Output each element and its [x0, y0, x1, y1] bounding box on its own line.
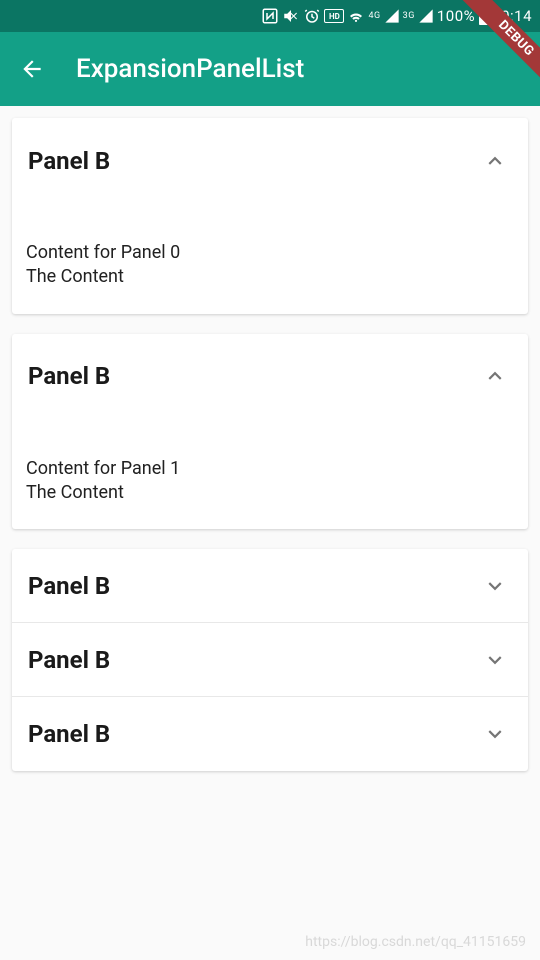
panel-title: Panel B — [28, 147, 110, 175]
panel-title: Panel B — [28, 362, 110, 390]
chevron-up-icon[interactable] — [482, 148, 508, 174]
alarm-icon — [303, 7, 321, 25]
panel-title: Panel B — [28, 646, 110, 674]
signal-icon-1 — [384, 8, 400, 24]
status-bar: HD 4G 3G 100% 00:14 — [0, 0, 540, 32]
mute-icon — [282, 7, 300, 25]
signal-icon-2 — [418, 8, 434, 24]
back-arrow-icon — [19, 56, 45, 82]
battery-percent: 100% — [437, 7, 475, 25]
panel-content: Content for Panel 1 The Content — [12, 419, 528, 530]
hd-icon: HD — [324, 9, 344, 23]
chevron-down-icon[interactable] — [482, 721, 508, 747]
expansion-panel-1: Panel B Content for Panel 1 The Content — [12, 334, 528, 530]
chevron-down-icon[interactable] — [482, 573, 508, 599]
wifi-icon — [347, 7, 365, 25]
panel-header[interactable]: Panel B — [12, 334, 528, 419]
network-3g-label: 3G — [403, 11, 415, 21]
panel-content: Content for Panel 0 The Content — [12, 203, 528, 314]
page-title: ExpansionPanelList — [76, 54, 304, 84]
panel-list: Panel B Content for Panel 0 The Content … — [0, 106, 540, 783]
back-button[interactable] — [18, 55, 46, 83]
content-line: Content for Panel 0 — [26, 241, 514, 265]
expansion-panel-0: Panel B Content for Panel 0 The Content — [12, 118, 528, 314]
content-line: Content for Panel 1 — [26, 457, 514, 481]
panel-header[interactable]: Panel B — [12, 623, 528, 697]
content-line: The Content — [26, 265, 514, 289]
panel-title: Panel B — [28, 572, 110, 600]
panel-title: Panel B — [28, 720, 110, 748]
panel-header[interactable]: Panel B — [12, 697, 528, 771]
panel-header[interactable]: Panel B — [12, 118, 528, 203]
content-line: The Content — [26, 481, 514, 505]
panel-header[interactable]: Panel B — [12, 549, 528, 623]
nfc-icon — [261, 7, 279, 25]
network-4g-label: 4G — [368, 11, 380, 21]
expansion-panel-group-collapsed: Panel B Panel B Panel B — [12, 549, 528, 771]
chevron-down-icon[interactable] — [482, 647, 508, 673]
app-bar: ExpansionPanelList — [0, 32, 540, 106]
watermark: https://blog.csdn.net/qq_41151659 — [305, 934, 526, 950]
chevron-up-icon[interactable] — [482, 363, 508, 389]
